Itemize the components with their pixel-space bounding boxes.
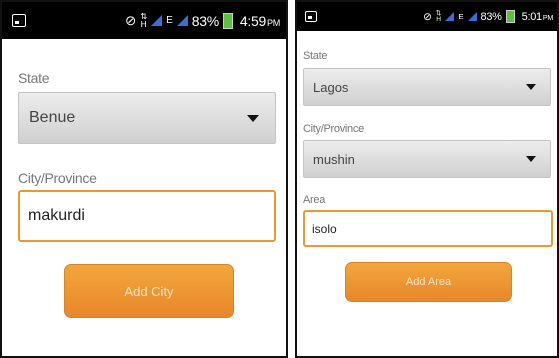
- city-province-label: City/Province: [303, 123, 364, 135]
- city-dropdown-value: mushin: [313, 151, 355, 167]
- status-bar: ⊘ ⇅ H E 83% 5:01PM: [297, 2, 557, 31]
- dropdown-arrow-icon: [526, 84, 536, 90]
- data-arrows-icon: ⇅ H: [140, 10, 148, 29]
- battery-icon: [222, 12, 233, 29]
- phone-screen-add-area: ⊘ ⇅ H E 83% 5:01PM State Lagos City/Provi…: [295, 0, 559, 358]
- battery-percent: 83%: [191, 12, 219, 29]
- clock-time: 4:59: [239, 12, 266, 29]
- battery-percent: 83%: [480, 10, 502, 23]
- dropdown-arrow-icon: [247, 114, 259, 122]
- area-input[interactable]: isolo: [303, 210, 553, 247]
- mute-icon: ⊘: [423, 11, 432, 23]
- state-dropdown-value: Benue: [29, 109, 76, 126]
- network-type: E: [458, 12, 464, 21]
- add-area-button[interactable]: Add Area: [345, 262, 512, 302]
- data-arrows-icon: ⇅ H: [435, 9, 442, 23]
- area-label: Area: [303, 194, 326, 206]
- signal-bars-icon: [176, 15, 188, 26]
- dropdown-arrow-icon: [526, 156, 536, 162]
- city-input[interactable]: makurdi: [18, 190, 276, 242]
- battery-icon: [505, 10, 515, 23]
- area-input-value: isolo: [312, 221, 337, 236]
- notification-image-icon: [12, 14, 26, 27]
- city-province-label: City/Province: [18, 170, 97, 186]
- clock-ampm: PM: [266, 17, 280, 28]
- phone-screen-add-city: ⊘ ⇅ H E 83% 4:59PM State Benue City/Provi…: [0, 0, 288, 358]
- state-dropdown-value: Lagos: [313, 79, 349, 95]
- clock-ampm: PM: [542, 13, 553, 22]
- city-input-value: makurdi: [28, 207, 85, 224]
- status-bar: ⊘ ⇅ H E 83% 4:59PM: [2, 2, 286, 39]
- notification-image-icon: [305, 11, 317, 22]
- signal-bars-icon: [467, 12, 477, 21]
- mute-icon: ⊘: [125, 12, 137, 28]
- clock-time: 5:01: [521, 10, 543, 23]
- network-type: E: [166, 15, 173, 26]
- signal-bars-icon: [445, 12, 455, 21]
- state-label: State: [303, 50, 328, 62]
- city-province-dropdown[interactable]: mushin: [303, 140, 551, 178]
- state-label: State: [18, 70, 50, 86]
- state-dropdown[interactable]: Benue: [18, 92, 276, 144]
- add-city-button[interactable]: Add City: [64, 264, 234, 318]
- signal-bars-icon: [151, 15, 163, 26]
- state-dropdown[interactable]: Lagos: [303, 68, 551, 106]
